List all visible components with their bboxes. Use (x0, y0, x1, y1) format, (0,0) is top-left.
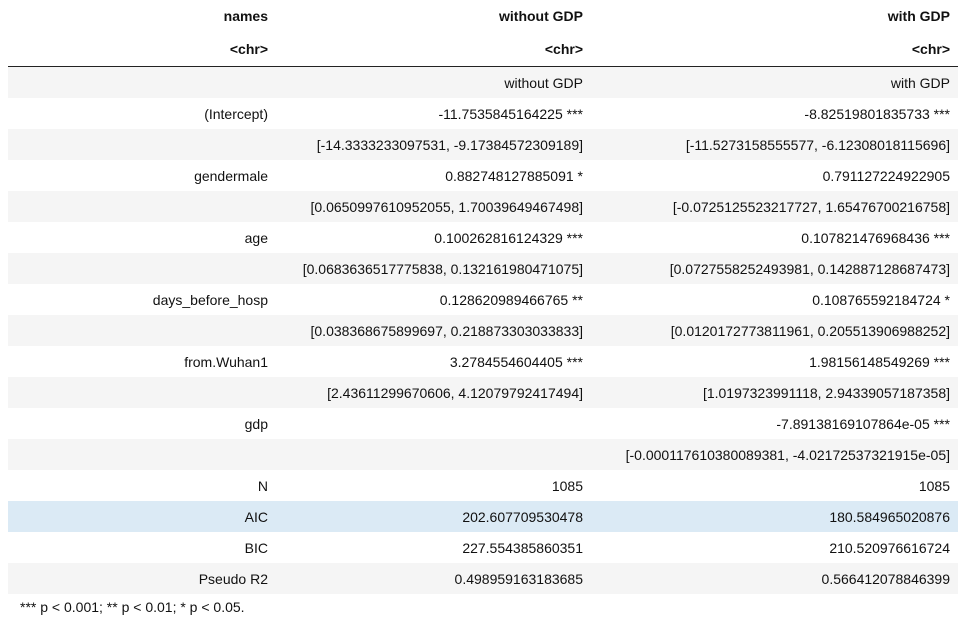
table-row[interactable]: [0.0650997610952055, 1.70039649467498] [-… (8, 191, 958, 222)
table-row[interactable]: [-0.000117610380089381, -4.0217253732191… (8, 439, 958, 470)
table-cell: 1.98156148549269 *** (809, 353, 950, 370)
column-type: <chr> (276, 31, 591, 67)
table-cell: 0.128620989466765 ** (439, 291, 583, 308)
row-label: AIC (8, 501, 276, 532)
table-row[interactable]: without GDP with GDP (8, 66, 958, 98)
header-row-types: <chr> <chr> <chr> (8, 31, 958, 67)
row-label (8, 129, 276, 160)
row-label: gendermale (194, 167, 268, 184)
table-header: names without GDP with GDP <chr> <chr> <chr> (8, 0, 958, 67)
table-cell: 202.607709530478 (276, 501, 591, 532)
table-cell: [0.038368675899697, 0.218873303033833] (276, 315, 591, 346)
table-cell: 0.498959163183685 (276, 563, 591, 594)
table-row[interactable]: N 1085 1085 (8, 470, 958, 501)
row-label (8, 377, 276, 408)
row-label (8, 253, 276, 284)
table-cell: [0.0120172773811961, 0.205513906988252] (591, 315, 958, 346)
table-cell: 227.554385860351 (462, 539, 583, 556)
row-label: gdp (244, 415, 268, 432)
table-row[interactable]: (Intercept) -11.7535845164225 *** -8.82519… (8, 98, 958, 129)
table-cell: [-11.5273158555577, -6.12308018115696] (591, 129, 958, 160)
table-cell: with GDP (591, 66, 958, 98)
table-row[interactable]: BIC 227.554385860351 210.520976616724 (8, 532, 958, 563)
table-cell: 0.108765592184724 * (812, 291, 950, 308)
row-label: (Intercept) (204, 105, 268, 122)
table-cell: [0.0727558252493981, 0.142887128687473] (591, 253, 958, 284)
table-row[interactable]: from.Wuhan1 3.2784554604405 *** 1.98156148… (8, 346, 958, 377)
table-row[interactable]: [-14.3333233097531, -9.17384572309189] [-… (8, 129, 958, 160)
row-label (8, 439, 276, 470)
row-label: age (244, 229, 268, 246)
table-cell: -11.7535845164225 *** (438, 105, 583, 122)
table-cell: 0.791127224922905 (822, 167, 950, 184)
row-label: from.Wuhan1 (184, 353, 268, 370)
table-row[interactable]: gendermale 0.882748127885091 * 0.791127224… (8, 160, 958, 191)
table-cell: 1085 (918, 477, 950, 494)
table-cell: 3.2784554604405 *** (449, 353, 583, 370)
table-row[interactable]: [0.0683636517775838, 0.132161980471075][… (8, 253, 958, 284)
row-label: days_before_hosp (152, 291, 268, 308)
table-cell: 0.100262816124329 *** (434, 229, 583, 246)
table-cell: [-0.0725125523217727, 1.65476700216758] (591, 191, 958, 222)
table-row[interactable]: days_before_hosp 0.128620989466765 ** 0.10… (8, 284, 958, 315)
table-cell: without GDP (276, 66, 591, 98)
column-type: <chr> (8, 31, 276, 67)
table-cell: [2.43611299670606, 4.12079792417494] (276, 377, 591, 408)
column-header[interactable]: without GDP (276, 0, 591, 31)
table-row[interactable]: gdp -7.89138169107864e-05 *** (8, 408, 958, 439)
table-cell: [-0.000117610380089381, -4.0217253732191… (591, 439, 958, 470)
table-body: without GDP with GDP (Intercept) -11.753584… (8, 66, 958, 594)
table-cell: 1085 (551, 477, 583, 494)
table-cell: -8.82519801835733 *** (804, 105, 950, 122)
table-cell: 0.107821476968436 *** (801, 229, 950, 246)
table-cell: [1.0197323991118, 2.94339057187358] (591, 377, 958, 408)
column-header[interactable]: names (8, 0, 276, 31)
table-row[interactable]: [0.038368675899697, 0.218873303033833] [0… (8, 315, 958, 346)
table-cell: 0.882748127885091 * (445, 167, 583, 184)
row-label (8, 191, 276, 222)
table-row[interactable]: Pseudo R2 0.498959163183685 0.566412078846… (8, 563, 958, 594)
column-type: <chr> (591, 31, 958, 67)
results-table: names without GDP with GDP <chr> <chr> <chr>… (8, 0, 958, 594)
table-cell (276, 408, 591, 439)
table-cell (276, 439, 591, 470)
table-row[interactable]: [2.43611299670606, 4.12079792417494] [1.0… (8, 377, 958, 408)
table-cell: -7.89138169107864e-05 *** (776, 415, 950, 432)
row-label: N (257, 477, 268, 494)
row-label (8, 66, 276, 98)
table-row[interactable]: age 0.100262816124329 *** 0.10782147696843… (8, 222, 958, 253)
header-row-names: names without GDP with GDP (8, 0, 958, 31)
column-header[interactable]: with GDP (591, 0, 958, 31)
table-cell: 210.520976616724 (829, 539, 950, 556)
table-cell: [0.0683636517775838, 0.132161980471075] (276, 253, 591, 284)
table-cell: 0.566412078846399 (591, 563, 958, 594)
row-label: Pseudo R2 (8, 563, 276, 594)
significance-footnote: *** p < 0.001; ** p < 0.01; * p < 0.05. (20, 599, 245, 615)
table-row[interactable]: AIC 202.607709530478 180.584965020876 (8, 501, 958, 532)
row-label (8, 315, 276, 346)
table-cell: [-14.3333233097531, -9.17384572309189] (276, 129, 591, 160)
table-cell: [0.0650997610952055, 1.70039649467498] (276, 191, 591, 222)
row-label: BIC (244, 539, 268, 556)
table-cell: 180.584965020876 (591, 501, 958, 532)
